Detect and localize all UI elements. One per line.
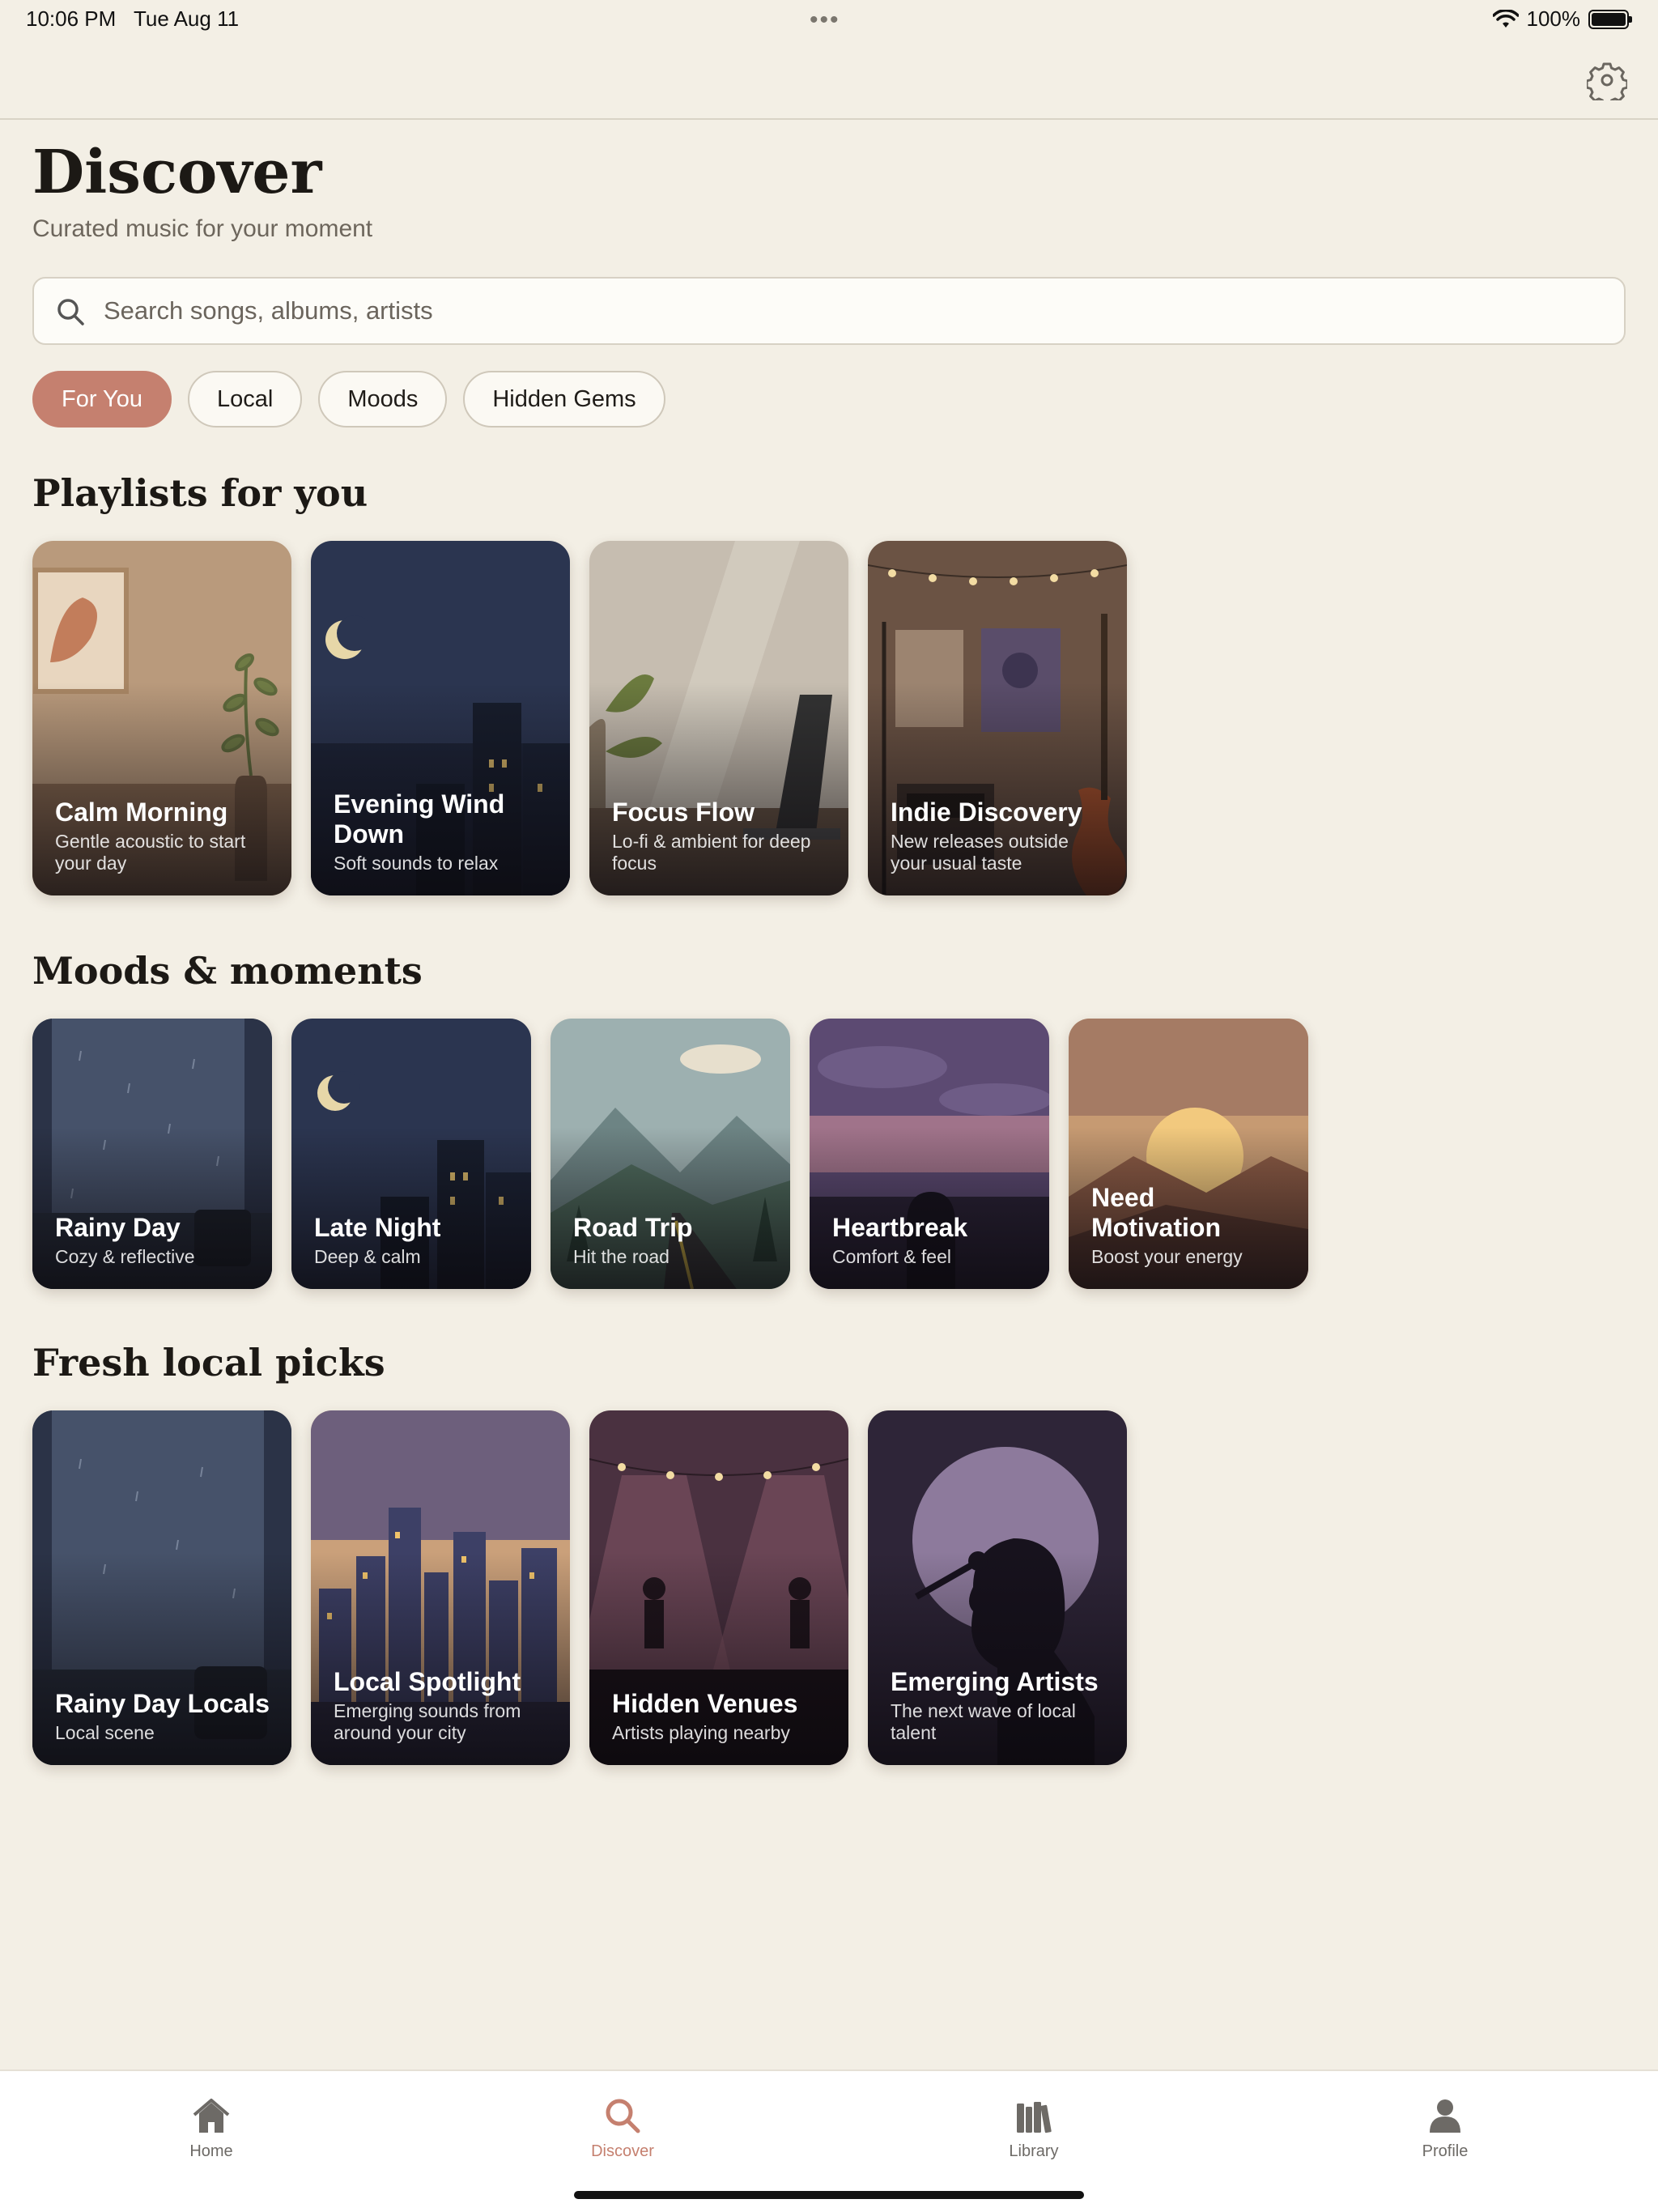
page-title: Discover [32, 138, 322, 207]
card-subtitle: Local scene [55, 1722, 155, 1743]
battery-icon [1588, 9, 1632, 29]
mood-card-road-trip[interactable]: Road Trip Hit the road [551, 1019, 790, 1289]
filter-chips: For You Local Moods Hidden Gems [32, 371, 665, 428]
chip-hidden-gems[interactable]: Hidden Gems [463, 371, 665, 428]
card-text: Emerging Artists The next wave of local … [891, 1667, 1107, 1744]
multitasking-dots-icon[interactable]: ••• [810, 6, 840, 34]
tab-library[interactable]: Library [969, 2094, 1099, 2161]
card-subtitle: Deep & calm [314, 1246, 421, 1267]
gear-icon[interactable] [1587, 60, 1627, 100]
playlist-card-indie-discovery[interactable]: Indie Discovery New releases outside you… [868, 541, 1127, 895]
magnifier-icon [606, 2099, 640, 2133]
local-row: Rainy Day Locals Local scene Local Spotl… [32, 1410, 1127, 1765]
mood-card-need-motivation[interactable]: Need Motivation Boost your energy [1069, 1019, 1308, 1289]
card-title: Need Motivation [1091, 1183, 1221, 1242]
playlists-row: Calm Morning Gentle acoustic to start yo… [32, 541, 1127, 895]
home-indicator [574, 2191, 1084, 2199]
section-title-local: Fresh local picks [32, 1341, 385, 1385]
card-text: Road Trip Hit the road [573, 1213, 771, 1268]
tab-profile[interactable]: Profile [1380, 2094, 1510, 2161]
battery-percent: 100% [1526, 6, 1581, 31]
section-title-playlists: Playlists for you [32, 471, 368, 515]
card-text: Rainy Day Locals Local scene [55, 1689, 272, 1744]
search-icon [57, 299, 84, 325]
mood-card-late-night[interactable]: Late Night Deep & calm [291, 1019, 531, 1289]
card-text: Indie Discovery New releases outside you… [891, 798, 1107, 874]
card-title: Local Spotlight [334, 1667, 521, 1696]
tab-label: Profile [1422, 2142, 1469, 2160]
person-icon [1430, 2099, 1460, 2133]
card-title: Rainy Day Locals [55, 1689, 270, 1718]
card-subtitle: Gentle acoustic to start your day [55, 831, 246, 874]
house-icon [193, 2099, 230, 2133]
moods-row: Rainy Day Cozy & reflective Late Night D… [32, 1019, 1308, 1289]
card-subtitle: Comfort & feel [832, 1246, 951, 1267]
card-subtitle: Cozy & reflective [55, 1246, 195, 1267]
card-subtitle: Artists playing nearby [612, 1722, 790, 1743]
status-bar: 10:06 PM Tue Aug 11 ••• 100% [0, 0, 1658, 39]
card-subtitle: Hit the road [573, 1246, 670, 1267]
card-subtitle: The next wave of local talent [891, 1700, 1076, 1743]
playlist-card-focus-flow[interactable]: Focus Flow Lo-fi & ambient for deep focu… [589, 541, 848, 895]
card-text: Rainy Day Cozy & reflective [55, 1213, 253, 1268]
card-title: Heartbreak [832, 1213, 968, 1242]
local-card-emerging-artists[interactable]: Emerging Artists The next wave of local … [868, 1410, 1127, 1765]
card-text: Late Night Deep & calm [314, 1213, 512, 1268]
mood-card-rainy-day[interactable]: Rainy Day Cozy & reflective [32, 1019, 272, 1289]
tab-discover[interactable]: Discover [558, 2094, 687, 2161]
chip-local[interactable]: Local [187, 371, 303, 428]
card-title: Rainy Day [55, 1213, 181, 1242]
card-title: Evening Wind Down [334, 789, 505, 849]
chip-moods[interactable]: Moods [318, 371, 448, 428]
status-right: 100% [1492, 6, 1632, 32]
books-icon [1017, 2102, 1052, 2133]
wifi-icon [1492, 9, 1519, 28]
search-bar[interactable] [32, 277, 1626, 345]
playlist-card-calm-morning[interactable]: Calm Morning Gentle acoustic to start yo… [32, 541, 291, 895]
card-title: Calm Morning [55, 798, 228, 827]
tab-label: Discover [591, 2142, 654, 2160]
page-subtitle: Curated music for your moment [32, 215, 373, 242]
card-title: Focus Flow [612, 798, 755, 827]
local-card-rainy-day-locals[interactable]: Rainy Day Locals Local scene [32, 1410, 291, 1765]
tab-label: Library [1009, 2142, 1059, 2160]
local-card-hidden-venues[interactable]: Hidden Venues Artists playing nearby [589, 1410, 848, 1765]
card-title: Emerging Artists [891, 1667, 1099, 1696]
local-card-local-spotlight[interactable]: Local Spotlight Emerging sounds from aro… [311, 1410, 570, 1765]
card-title: Indie Discovery [891, 798, 1082, 827]
card-text: Local Spotlight Emerging sounds from aro… [334, 1667, 551, 1744]
status-time: 10:06 PM Tue Aug 11 [26, 6, 240, 31]
mood-card-heartbreak[interactable]: Heartbreak Comfort & feel [810, 1019, 1049, 1289]
card-text: Need Motivation Boost your energy [1091, 1183, 1289, 1268]
card-subtitle: Soft sounds to relax [334, 853, 499, 874]
card-text: Evening Wind Down Soft sounds to relax [334, 789, 551, 874]
chip-for-you[interactable]: For You [32, 371, 172, 428]
card-text: Calm Morning Gentle acoustic to start yo… [55, 798, 272, 874]
tab-label: Home [189, 2142, 233, 2160]
top-bar [0, 39, 1658, 120]
card-subtitle: Boost your energy [1091, 1246, 1243, 1267]
section-title-moods: Moods & moments [32, 949, 423, 993]
card-text: Focus Flow Lo-fi & ambient for deep focu… [612, 798, 829, 874]
card-subtitle: Emerging sounds from around your city [334, 1700, 521, 1743]
tab-home[interactable]: Home [147, 2094, 276, 2161]
search-input[interactable] [104, 279, 1593, 343]
card-title: Hidden Venues [612, 1689, 798, 1718]
playlist-card-evening-wind-down[interactable]: Evening Wind Down Soft sounds to relax [311, 541, 570, 895]
card-title: Road Trip [573, 1213, 693, 1242]
card-text: Heartbreak Comfort & feel [832, 1213, 1030, 1268]
card-subtitle: Lo-fi & ambient for deep focus [612, 831, 811, 874]
card-subtitle: New releases outside your usual taste [891, 831, 1069, 874]
card-title: Late Night [314, 1213, 441, 1242]
card-text: Hidden Venues Artists playing nearby [612, 1689, 829, 1744]
discover-screen: 10:06 PM Tue Aug 11 ••• 100% Discover Cu… [0, 0, 1658, 2212]
